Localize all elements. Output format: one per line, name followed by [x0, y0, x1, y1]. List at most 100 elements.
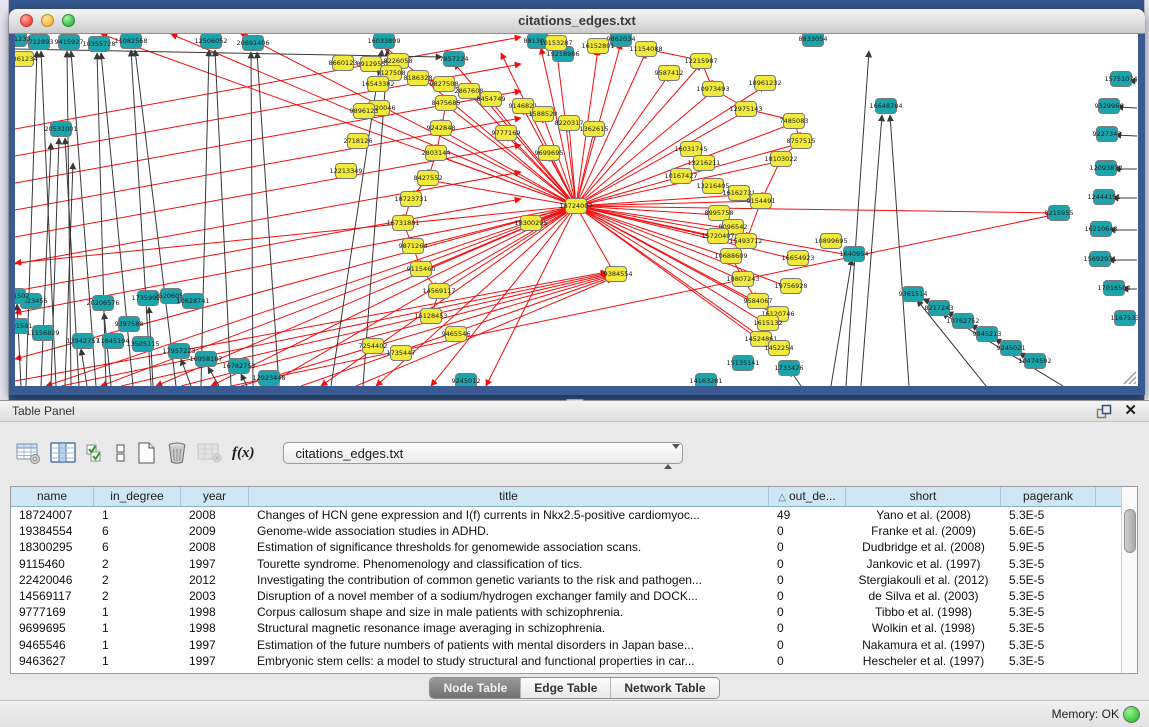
graph-node[interactable]: 1615132 [754, 316, 783, 331]
graph-node[interactable]: 9587412 [655, 66, 684, 81]
graph-node[interactable]: 9845213 [973, 327, 1002, 342]
graph-node[interactable]: 12444151 [1087, 190, 1120, 205]
function-builder-icon[interactable]: f(x) [232, 445, 255, 462]
graph-node[interactable]: 8660123 [329, 56, 358, 71]
close-panel-icon[interactable]: ✕ [1124, 402, 1137, 420]
graph-node[interactable]: 10899695 [814, 234, 847, 249]
graph-node[interactable]: 9871264 [399, 239, 428, 254]
table-row[interactable]: 977716911998Corpus callosum shape and si… [11, 604, 1137, 620]
graph-node[interactable]: 11082568 [114, 34, 147, 49]
graph-node[interactable]: 9245012 [452, 374, 481, 387]
network-canvas[interactable]: 8712893941592710355728110825681250605220… [15, 34, 1138, 386]
new-column-icon[interactable] [136, 441, 157, 465]
table-mode-icon[interactable] [16, 442, 41, 464]
tab-edge-table[interactable]: Edge Table [520, 678, 610, 698]
column-header-year[interactable]: year [181, 487, 249, 506]
graph-node[interactable]: 1452254 [765, 341, 794, 356]
column-header-title[interactable]: title [249, 487, 769, 506]
tab-node-table[interactable]: Node Table [430, 678, 520, 698]
table-row[interactable]: 911546021997Tourette syndrome. Phenomeno… [11, 556, 1137, 572]
graph-node[interactable]: 12975143 [729, 102, 762, 117]
close-button[interactable] [20, 14, 33, 27]
graph-node[interactable]: 12213349 [329, 164, 362, 179]
citation-network-graph[interactable]: 8712893941592710355728110825681250605220… [15, 34, 1138, 386]
column-header-out_de[interactable]: △out_de... [769, 487, 846, 506]
graph-node[interactable]: 2803144 [422, 146, 451, 161]
graph-node[interactable]: 9329966 [1095, 99, 1124, 114]
window-titlebar[interactable]: citations_edges.txt [9, 9, 1145, 34]
graph-node[interactable]: 7485083 [780, 114, 809, 129]
graph-node[interactable]: 8995758 [705, 206, 734, 221]
graph-node[interactable]: 16210643 [1084, 222, 1117, 237]
graph-node[interactable]: 9242848 [427, 121, 456, 136]
graph-node[interactable]: 13216211 [687, 156, 720, 171]
table-row[interactable]: 946554611997Estimation of the future num… [11, 637, 1137, 653]
graph-node[interactable]: 9777169 [492, 126, 521, 141]
graph-node[interactable]: 8215955 [1045, 206, 1074, 221]
graph-node[interactable]: 9465546 [442, 327, 471, 342]
column-header-name[interactable]: name [11, 487, 94, 506]
table-row[interactable]: 946362711997Embryonic stem cells: a mode… [11, 653, 1137, 669]
graph-node[interactable]: 16731881 [386, 216, 419, 231]
graph-node[interactable]: 8427552 [414, 171, 443, 186]
graph-node[interactable]: 7857224 [440, 52, 469, 67]
table-row[interactable]: 2242004622012Investigating the contribut… [11, 572, 1137, 588]
graph-node[interactable]: 18103022 [764, 152, 797, 167]
graph-node[interactable]: 17016504 [1097, 281, 1130, 296]
graph-node[interactable]: 9896123 [350, 104, 379, 119]
window-resize-grip[interactable] [1121, 369, 1137, 385]
graph-node[interactable]: 8454749 [477, 92, 506, 107]
graph-node[interactable]: 20691406 [236, 36, 269, 51]
graph-node[interactable]: 15128453 [414, 309, 447, 324]
graph-node[interactable]: 9415927 [55, 35, 84, 50]
table-row[interactable]: 1872400712008Changes of HCN gene express… [11, 507, 1137, 523]
graph-node[interactable]: 15135141 [726, 356, 759, 371]
graph-node[interactable]: 8757515 [787, 134, 816, 149]
graph-node[interactable]: 9584067 [744, 294, 773, 309]
graph-node[interactable]: 1735447 [387, 346, 416, 361]
graph-node[interactable]: 10973493 [696, 82, 729, 97]
network-view-window[interactable]: citations_edges.txt 87128939415927103557… [9, 9, 1145, 395]
graph-node[interactable]: 11154088 [629, 42, 662, 57]
graph-node[interactable]: 15751074 [1104, 72, 1137, 87]
float-window-icon[interactable] [1096, 404, 1112, 419]
graph-node[interactable]: 9397588 [115, 317, 144, 332]
delete-table-icon[interactable] [197, 442, 223, 464]
graph-node[interactable]: 16648784 [869, 99, 902, 114]
graph-node[interactable]: 1733426 [775, 361, 804, 376]
graph-node[interactable]: 2718126 [344, 134, 373, 149]
graph-node[interactable]: 18961232 [748, 76, 781, 91]
graph-node[interactable]: 20531001 [44, 122, 77, 137]
graph-node[interactable]: 9154491 [747, 194, 776, 209]
graph-node[interactable]: 16031745 [674, 142, 707, 157]
show-columns-icon[interactable] [50, 442, 77, 464]
table-selector-dropdown[interactable]: citations_edges.txt [283, 442, 683, 464]
tab-network-table[interactable]: Network Table [610, 678, 718, 698]
graph-node[interactable]: 1167533 [1111, 311, 1138, 326]
graph-node[interactable]: 16654923 [781, 251, 814, 266]
graph-node[interactable]: 1640954 [840, 247, 869, 262]
row-height-icon[interactable] [115, 442, 127, 464]
graph-node[interactable]: 8186328 [404, 71, 433, 86]
graph-node[interactable]: 9861234 [15, 52, 37, 67]
table-row[interactable]: 1830029562008Estimation of significance … [11, 539, 1137, 555]
graph-node[interactable]: 1362615 [580, 122, 609, 137]
graph-node[interactable]: 20206576 [86, 296, 119, 311]
scrollbar-thumb[interactable] [1124, 509, 1136, 553]
graph-node[interactable]: 1588520 [529, 107, 558, 122]
graph-node[interactable]: 9699695 [535, 146, 564, 161]
delete-column-icon[interactable] [166, 441, 188, 465]
row-selection-icon[interactable] [86, 442, 106, 464]
graph-node[interactable]: 10762752 [946, 314, 979, 329]
graph-node[interactable]: 9115460 [407, 262, 436, 277]
zoom-button[interactable] [62, 14, 75, 27]
graph-node[interactable]: 8217243 [925, 301, 954, 316]
graph-node[interactable]: 7254402 [359, 339, 388, 354]
graph-node[interactable]: 9361514 [899, 287, 928, 302]
table-row[interactable]: 1938455462009Genome-wide association stu… [11, 523, 1137, 539]
column-header-in_degree[interactable]: in_degree [94, 487, 181, 506]
table-scrollbar[interactable] [1121, 487, 1137, 673]
column-header-short[interactable]: short [846, 487, 1001, 506]
graph-node[interactable]: 10688609 [714, 249, 747, 264]
graph-node[interactable]: 8833054 [799, 34, 828, 47]
